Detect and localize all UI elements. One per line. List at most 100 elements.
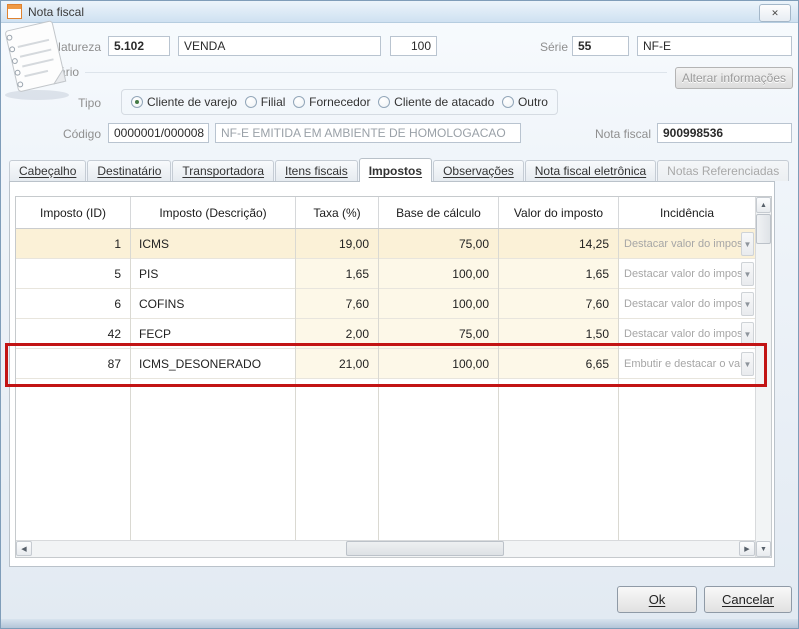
cell-imposto-id: 1 — [16, 229, 131, 258]
cell-taxa: 19,00 — [296, 229, 379, 258]
window-bottom-edge — [1, 619, 798, 628]
tab-cabecalho[interactable]: Cabeçalho — [9, 160, 86, 181]
radio-filial[interactable]: Filial — [245, 95, 286, 109]
incidencia-dropdown[interactable]: Destacar valor do imposto ▼ — [619, 259, 755, 288]
ambiente-field[interactable]: NF-E EMITIDA EM AMBIENTE DE HOMOLOGACAO — [215, 123, 521, 143]
incidencia-value: Destacar valor do imposto — [624, 238, 752, 250]
natureza-name-field[interactable]: VENDA — [178, 36, 381, 56]
table-row[interactable]: 42 FECP 2,00 75,00 1,50 Destacar valor d… — [16, 319, 755, 349]
column-header-imposto-id: Imposto (ID) — [16, 197, 131, 228]
scroll-up-button[interactable]: ▲ — [756, 197, 771, 213]
incidencia-dropdown[interactable]: Destacar valor do imposto ▼ — [619, 229, 755, 258]
cell-base-calculo: 75,00 — [379, 229, 499, 258]
codigo-field[interactable]: 0000001/000008 — [108, 123, 209, 143]
table-row[interactable]: 5 PIS 1,65 100,00 1,65 Destacar valor do… — [16, 259, 755, 289]
vertical-scroll-thumb[interactable] — [756, 214, 771, 244]
serie-tipo-field[interactable]: NF-E — [637, 36, 792, 56]
group-divider — [85, 72, 667, 73]
grid-header: Imposto (ID) Imposto (Descrição) Taxa (%… — [16, 197, 755, 229]
nota-fiscal-number-field[interactable]: 900998536 — [657, 123, 792, 143]
radio-label: Filial — [261, 95, 286, 109]
titlebar: Nota fiscal — [1, 1, 798, 23]
table-row[interactable]: 1 ICMS 19,00 75,00 14,25 Destacar valor … — [16, 229, 755, 259]
cell-valor-imposto: 7,60 — [499, 289, 619, 318]
column-divider — [378, 229, 379, 540]
cell-valor-imposto: 14,25 — [499, 229, 619, 258]
codigo-label: Código — [59, 127, 101, 141]
chevron-down-icon[interactable]: ▼ — [741, 352, 754, 376]
column-header-incidencia: Incidência — [619, 197, 755, 228]
alterar-informacoes-button: Alterar informações — [675, 67, 793, 89]
incidencia-dropdown[interactable]: Destacar valor do imposto ▼ — [619, 319, 755, 348]
cell-imposto-descricao: COFINS — [131, 289, 296, 318]
cell-imposto-descricao: ICMS — [131, 229, 296, 258]
tab-destinatario[interactable]: Destinatário — [87, 160, 171, 181]
column-header-imposto-descricao: Imposto (Descrição) — [131, 197, 296, 228]
cell-valor-imposto: 1,50 — [499, 319, 619, 348]
chevron-down-icon[interactable]: ▼ — [741, 292, 754, 316]
column-divider — [498, 229, 499, 540]
radio-cliente-atacado[interactable]: Cliente de atacado — [378, 95, 494, 109]
cell-base-calculo: 100,00 — [379, 289, 499, 318]
ok-button[interactable]: Ok — [617, 586, 697, 613]
natureza-aux-field[interactable]: 100 — [390, 36, 437, 56]
cell-valor-imposto: 6,65 — [499, 349, 619, 378]
scroll-right-button[interactable]: ▶ — [739, 541, 755, 556]
incidencia-value: Destacar valor do imposto — [624, 268, 752, 280]
cell-imposto-id: 6 — [16, 289, 131, 318]
table-row[interactable]: 6 COFINS 7,60 100,00 7,60 Destacar valor… — [16, 289, 755, 319]
tipo-radio-group: Cliente de varejo Filial Fornecedor Clie… — [121, 89, 558, 115]
radio-cliente-varejo[interactable]: Cliente de varejo — [131, 95, 237, 109]
radio-fornecedor[interactable]: Fornecedor — [293, 95, 370, 109]
notepad-icon — [0, 17, 79, 103]
scroll-down-button[interactable]: ▼ — [756, 541, 771, 557]
chevron-down-icon[interactable]: ▼ — [741, 262, 754, 286]
incidencia-dropdown[interactable]: Embutir e destacar o valo ▼ — [619, 349, 755, 378]
chevron-down-icon[interactable]: ▼ — [741, 232, 754, 256]
cancel-button[interactable]: Cancelar — [704, 586, 792, 613]
serie-field[interactable]: 55 — [572, 36, 629, 56]
column-divider — [130, 229, 131, 540]
cell-taxa: 2,00 — [296, 319, 379, 348]
radio-dot-icon — [293, 96, 305, 108]
scroll-left-button[interactable]: ◀ — [16, 541, 32, 556]
radio-label: Outro — [518, 95, 548, 109]
tab-impostos[interactable]: Impostos — [359, 158, 432, 182]
vertical-scrollbar[interactable]: ▲ ▼ — [755, 197, 771, 557]
nota-fiscal-label: Nota fiscal — [593, 127, 651, 141]
column-divider — [618, 229, 619, 540]
cell-base-calculo: 75,00 — [379, 319, 499, 348]
impostos-grid: Imposto (ID) Imposto (Descrição) Taxa (%… — [15, 196, 772, 558]
cell-imposto-id: 87 — [16, 349, 131, 378]
column-header-base-calculo: Base de cálculo — [379, 197, 499, 228]
close-icon: ✕ — [771, 8, 779, 19]
table-row[interactable]: 87 ICMS_DESONERADO 21,00 100,00 6,65 Emb… — [16, 349, 755, 379]
serie-label: Série — [524, 40, 568, 54]
horizontal-scrollbar[interactable]: ◀ ▶ — [16, 540, 755, 557]
cell-valor-imposto: 1,65 — [499, 259, 619, 288]
tab-nota-fiscal-eletronica[interactable]: Nota fiscal eletrônica — [525, 160, 656, 181]
radio-dot-icon — [245, 96, 257, 108]
impostos-tab-panel: Imposto (ID) Imposto (Descrição) Taxa (%… — [9, 181, 775, 567]
column-header-valor-imposto: Valor do imposto — [499, 197, 619, 228]
incidencia-value: Destacar valor do imposto — [624, 328, 752, 340]
incidencia-dropdown[interactable]: Destacar valor do imposto ▼ — [619, 289, 755, 318]
close-button[interactable]: ✕ — [759, 4, 791, 22]
chevron-down-icon[interactable]: ▼ — [741, 322, 754, 346]
radio-label: Fornecedor — [309, 95, 370, 109]
radio-dot-icon — [502, 96, 514, 108]
tab-observacoes[interactable]: Observações — [433, 160, 524, 181]
incidencia-value: Embutir e destacar o valo — [624, 358, 749, 370]
grid-body: 1 ICMS 19,00 75,00 14,25 Destacar valor … — [16, 229, 755, 540]
horizontal-scroll-thumb[interactable] — [346, 541, 504, 556]
cell-imposto-descricao: FECP — [131, 319, 296, 348]
radio-outro[interactable]: Outro — [502, 95, 548, 109]
radio-dot-icon — [378, 96, 390, 108]
tab-itens-fiscais[interactable]: Itens fiscais — [275, 160, 358, 181]
tab-transportadora[interactable]: Transportadora — [172, 160, 274, 181]
radio-dot-icon — [131, 96, 143, 108]
column-divider — [295, 229, 296, 540]
cell-imposto-id: 42 — [16, 319, 131, 348]
cell-taxa: 1,65 — [296, 259, 379, 288]
natureza-code-field[interactable]: 5.102 — [108, 36, 170, 56]
